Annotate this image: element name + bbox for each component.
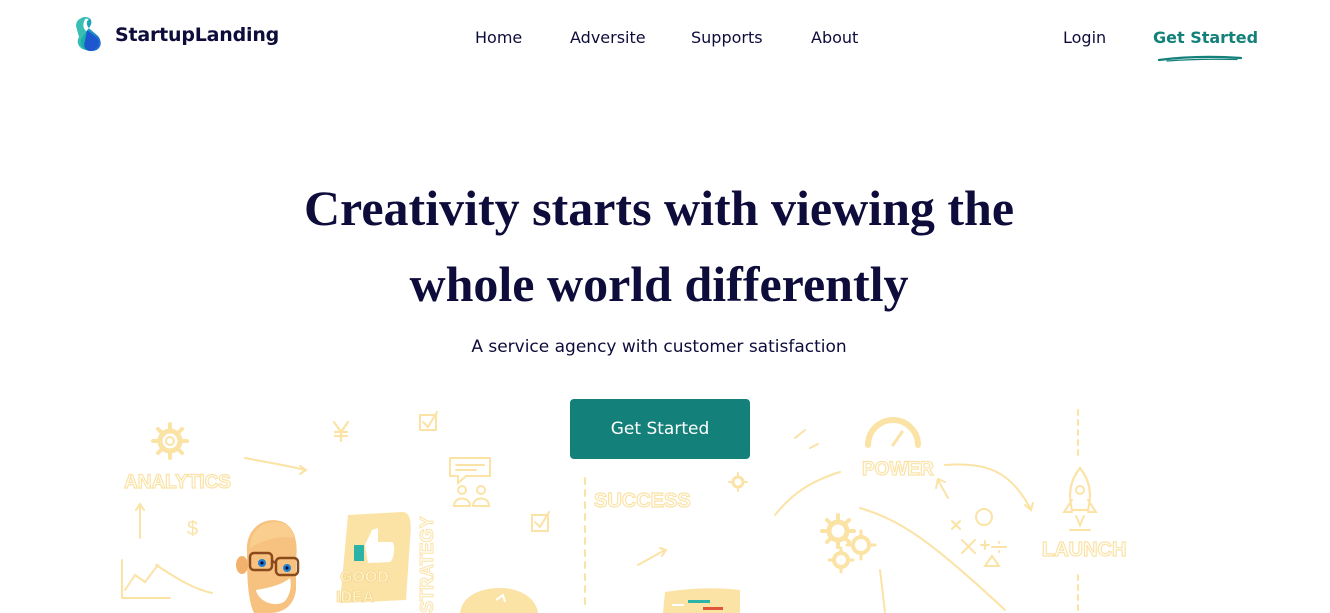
- nav-item-home[interactable]: Home: [475, 28, 522, 47]
- thumbs-up-card: GOOD IDEA: [336, 512, 411, 606]
- doodle-word-launch: LAUNCH: [1042, 539, 1126, 561]
- brand-logo-icon: [73, 16, 103, 54]
- nav-item-adversite[interactable]: Adversite: [570, 28, 646, 47]
- nav-item-supports[interactable]: Supports: [691, 28, 763, 47]
- hero-subtitle: A service agency with customer satisfact…: [471, 337, 847, 357]
- doodle-word-success: SUCCESS: [594, 490, 691, 512]
- doodle-word-power: POWER: [862, 459, 934, 480]
- checkbox-icon: [419, 411, 438, 431]
- hero-title-line-2: whole world differently: [409, 256, 909, 312]
- bulb-top-shape: [460, 588, 538, 613]
- brand-name: StartupLanding: [115, 24, 280, 46]
- nav-item-about[interactable]: About: [811, 28, 858, 47]
- hero-title-line-1: Creativity starts with viewing the: [303, 180, 1015, 236]
- doodle-word-analytics: ANALYTICS: [124, 472, 231, 493]
- doodle-word-strategy: STRATEGY: [417, 516, 437, 613]
- doodle-word-idea: IDEA: [336, 589, 375, 606]
- doodle-dollar: $: [187, 518, 198, 540]
- get-started-button[interactable]: Get Started: [570, 399, 750, 459]
- site-header: StartupLanding Home Adversite Supports A…: [0, 0, 1330, 78]
- brand-logo[interactable]: StartupLanding: [73, 16, 279, 54]
- underline-scribble-icon: [1157, 55, 1243, 62]
- hero-title: Creativity starts with viewing the whole…: [0, 170, 1324, 322]
- man-with-glasses-illustration: [236, 520, 300, 613]
- gear-icon: [151, 422, 189, 460]
- document-card-shape: [663, 588, 740, 613]
- header-get-started-link[interactable]: Get Started: [1153, 28, 1258, 47]
- doodle-word-good: GOOD: [340, 569, 389, 586]
- login-link[interactable]: Login: [1063, 28, 1106, 47]
